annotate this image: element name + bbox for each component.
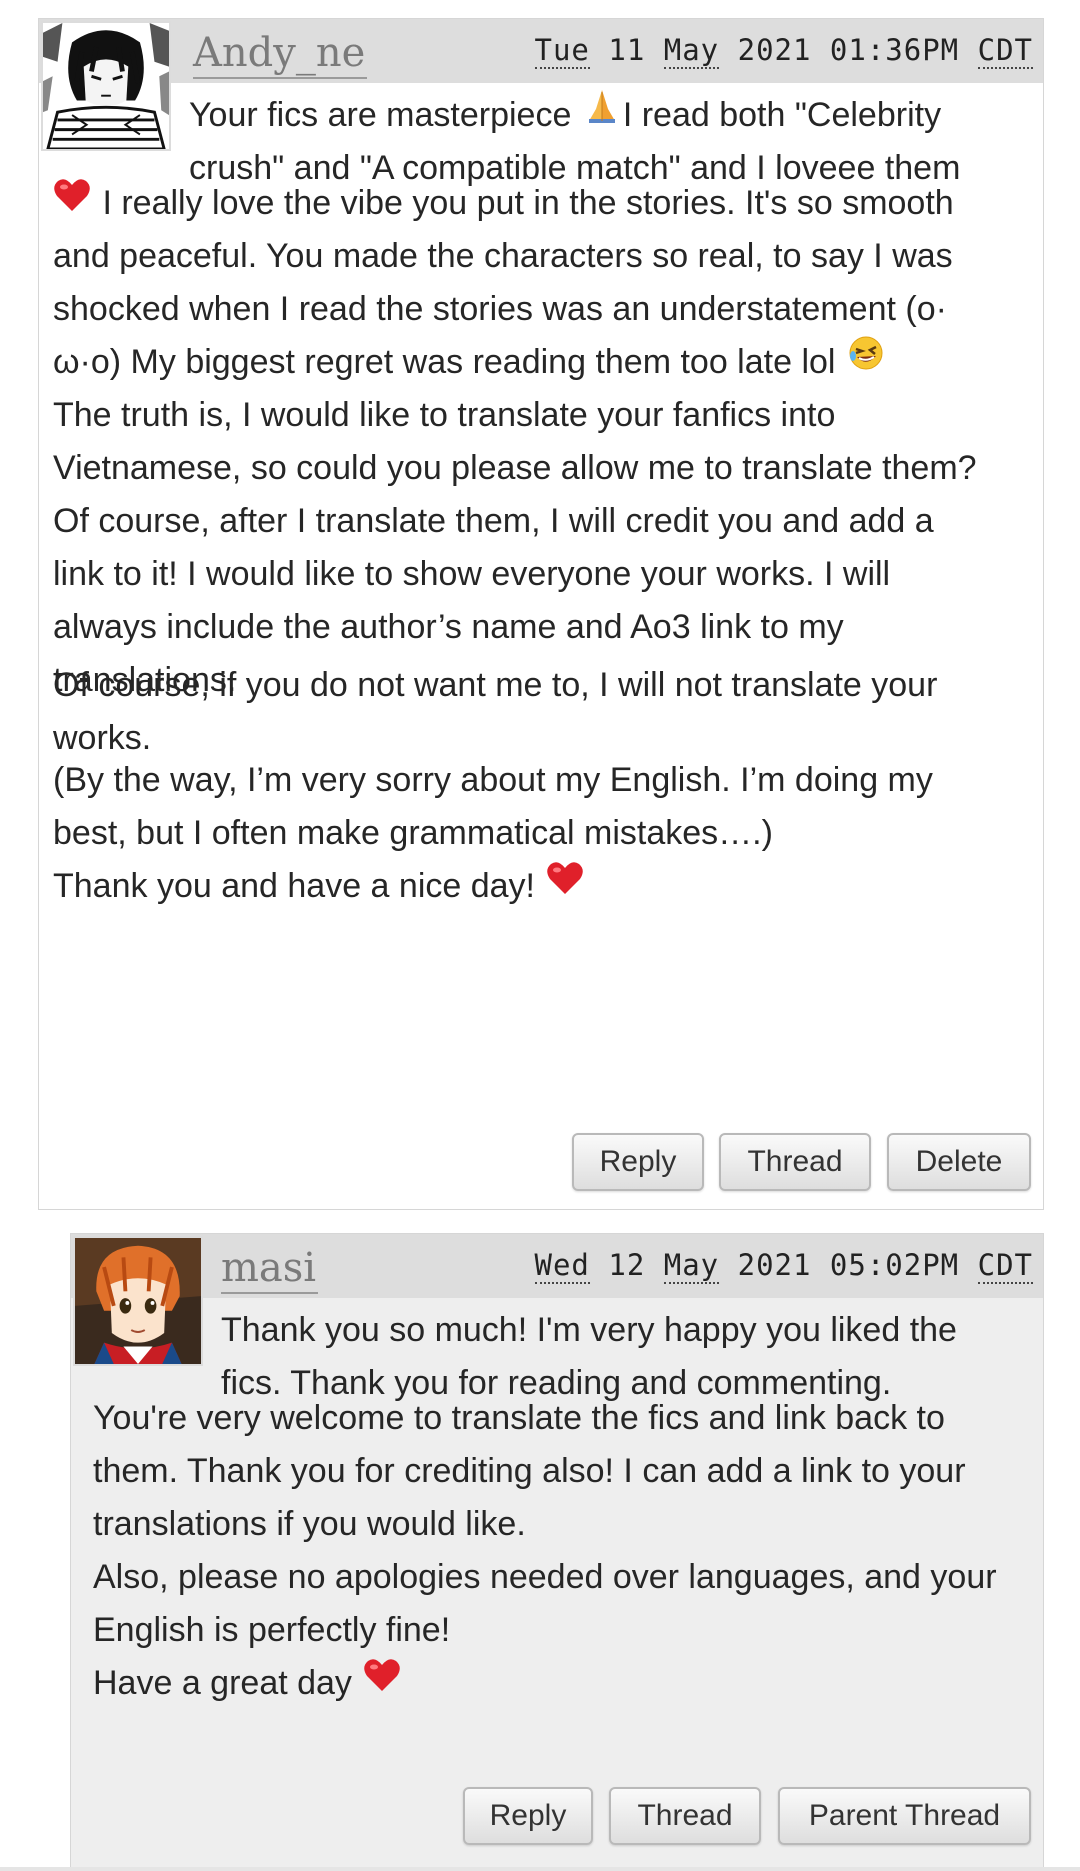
comment-line: Also, please no apologies needed over la… (93, 1558, 997, 1596)
red-heart-icon (363, 1656, 401, 1709)
comment-line: link to it! I would like to show everyon… (53, 555, 891, 593)
comment-line: Have a great day (93, 1657, 997, 1710)
comment-body-paragraph-3: (By the way, I’m very sorry about my Eng… (53, 754, 933, 913)
rolling-laughing-icon (847, 334, 885, 388)
comment-line: Vietnamese, so could you please allow me… (53, 449, 977, 487)
comment-line: always include the author’s name and Ao3… (53, 608, 844, 646)
comment-text: Have a great day (93, 1664, 362, 1702)
delete-button[interactable]: Delete (887, 1133, 1031, 1191)
reply-button[interactable]: Reply (572, 1133, 704, 1191)
date-year: 2021 (737, 1248, 812, 1282)
comment-line: I really love the vibe you put in the st… (53, 177, 977, 230)
date-time: 01:36PM (829, 33, 960, 67)
comment-line: The truth is, I would like to translate … (53, 396, 836, 434)
comment-author-link[interactable]: masi (221, 1244, 319, 1294)
comment-masi: masi Wed 12 May 2021 05:02PM CDT Thank y… (70, 1233, 1044, 1871)
date-year: 2021 (737, 33, 812, 67)
comment-datetime: Wed 12 May 2021 05:02PM CDT (534, 1244, 1033, 1286)
comment-text: Your fics are masterpiece (189, 96, 581, 134)
weekday-abbr: Tue (534, 33, 590, 69)
comment-body: You're very welcome to translate the fic… (93, 1392, 997, 1710)
comment-line: shocked when I read the stories was an u… (53, 290, 947, 328)
comment-body-paragraph-2: Of course, if you do not want me to, I w… (53, 659, 937, 765)
comment-text: Thank you and have a nice day! (53, 867, 545, 905)
date-time: 05:02PM (829, 1248, 960, 1282)
comment-text: I read both "Celebrity (622, 96, 942, 134)
page-bottom-divider (0, 1867, 1080, 1871)
date-day: 12 (608, 1248, 646, 1282)
manga-character-avatar-icon (43, 23, 169, 149)
comment-line: Thank you and have a nice day! (53, 860, 933, 913)
comment-line: best, but I often make grammatical mista… (53, 814, 773, 852)
weekday-abbr: Wed (534, 1248, 590, 1284)
comment-andy-ne: Andy_ne Tue 11 May 2021 01:36PM CDT Your… (38, 18, 1044, 1210)
anime-character-avatar-icon (75, 1238, 201, 1364)
comment-line: (By the way, I’m very sorry about my Eng… (53, 761, 933, 799)
avatar[interactable] (41, 21, 171, 151)
month-abbr: May (663, 33, 720, 69)
comment-line: Thank you so much! I'm very happy you li… (221, 1311, 957, 1349)
timezone-abbr: CDT (977, 1248, 1033, 1284)
timezone-abbr: CDT (977, 33, 1033, 69)
comment-line: English is perfectly fine! (93, 1611, 451, 1649)
month-abbr: May (663, 1248, 720, 1284)
comment-line: Of course, if you do not want me to, I w… (53, 666, 938, 704)
comment-line: You're very welcome to translate the fic… (93, 1399, 945, 1437)
red-heart-icon (546, 859, 584, 912)
comment-author-link[interactable]: Andy_ne (193, 29, 368, 79)
thread-button[interactable]: Thread (609, 1787, 761, 1845)
reply-button[interactable]: Reply (463, 1787, 593, 1845)
comment-line: Of course, after I translate them, I wil… (53, 502, 934, 540)
comment-line: Your fics are masterpiece I read both "C… (189, 89, 960, 142)
comment-body: I really love the vibe you put in the st… (53, 177, 977, 707)
comment-line: and peaceful. You made the characters so… (53, 237, 953, 275)
thread-button[interactable]: Thread (719, 1133, 871, 1191)
avatar[interactable] (73, 1236, 203, 1366)
comment-line: ω·o) My biggest regret was reading them … (53, 336, 977, 389)
red-heart-icon (53, 176, 91, 229)
comment-text: I really love the vibe you put in the st… (93, 184, 954, 222)
comment-header: Andy_ne Tue 11 May 2021 01:36PM CDT (39, 19, 1043, 83)
comment-line: them. Thank you for crediting also! I ca… (93, 1452, 966, 1490)
folded-hands-icon (583, 87, 621, 141)
comment-datetime: Tue 11 May 2021 01:36PM CDT (534, 29, 1033, 71)
comment-text: ω·o) My biggest regret was reading them … (53, 343, 845, 381)
comment-line: translations if you would like. (93, 1505, 526, 1543)
date-day: 11 (608, 33, 646, 67)
comment-header: masi Wed 12 May 2021 05:02PM CDT (71, 1234, 1043, 1298)
parent-thread-button[interactable]: Parent Thread (778, 1787, 1031, 1845)
